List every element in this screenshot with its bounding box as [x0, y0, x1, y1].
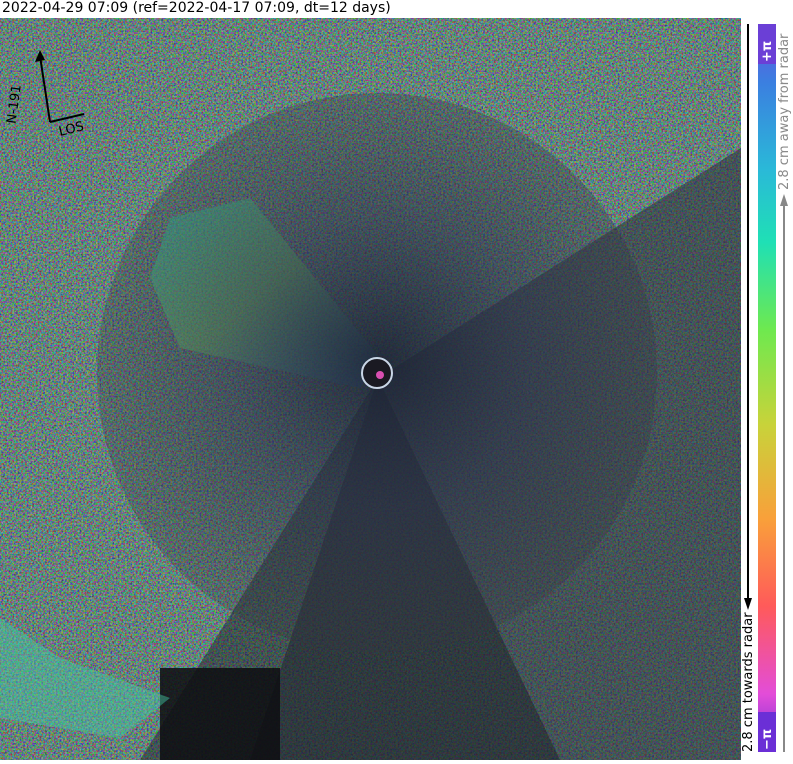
colorbar-gradient [758, 24, 776, 752]
crater-vent [376, 371, 384, 379]
image-title: 2022-04-29 07:09 (ref=2022-04-17 07:09, … [2, 0, 391, 16]
towards-label: 2.8 cm towards radar [741, 612, 756, 752]
colorbar-bottom-symbol: −π [760, 728, 775, 750]
colorbar-top-symbol: +π [760, 40, 775, 62]
towards-arrow-icon [744, 598, 752, 610]
away-label: 2.8 cm away from radar [777, 33, 792, 190]
away-arrow-icon [780, 194, 788, 206]
interferogram-map: N-191 LOS [0, 18, 741, 760]
colorbar: +π −π 2.8 cm away from radar 2.8 cm towa… [741, 18, 793, 760]
lava-field [160, 668, 280, 760]
